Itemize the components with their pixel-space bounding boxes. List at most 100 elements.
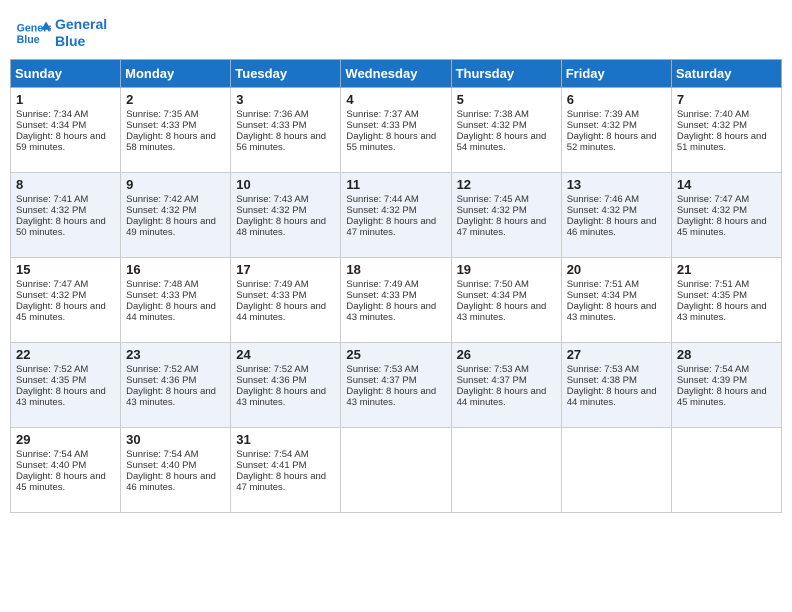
- day-number: 21: [677, 262, 776, 277]
- calendar-cell: 5Sunrise: 7:38 AMSunset: 4:32 PMDaylight…: [451, 88, 561, 173]
- daylight-label: Daylight: 8 hours and 43 minutes.: [236, 386, 326, 408]
- sunrise-label: Sunrise: 7:51 AM: [567, 279, 639, 290]
- svg-text:Blue: Blue: [17, 34, 40, 46]
- daylight-label: Daylight: 8 hours and 45 minutes.: [677, 216, 767, 238]
- day-number: 12: [457, 177, 556, 192]
- daylight-label: Daylight: 8 hours and 46 minutes.: [567, 216, 657, 238]
- calendar-cell: 14Sunrise: 7:47 AMSunset: 4:32 PMDayligh…: [671, 173, 781, 258]
- sunrise-label: Sunrise: 7:52 AM: [236, 364, 308, 375]
- daylight-label: Daylight: 8 hours and 45 minutes.: [16, 471, 106, 493]
- calendar-cell: [671, 428, 781, 513]
- calendar-cell: 28 Sunrise: 7:54 AMSunset: 4:39 PMDayligh…: [671, 343, 781, 428]
- day-number: 31: [236, 432, 335, 447]
- daylight-label: Daylight: 8 hours and 47 minutes.: [346, 216, 436, 238]
- calendar-cell: 18Sunrise: 7:49 AMSunset: 4:33 PMDayligh…: [341, 258, 451, 343]
- calendar-table: SundayMondayTuesdayWednesdayThursdayFrid…: [10, 59, 782, 513]
- weekday-header: Monday: [121, 60, 231, 88]
- day-number: 27: [567, 347, 666, 362]
- calendar-cell: 23Sunrise: 7:52 AMSunset: 4:36 PMDayligh…: [121, 343, 231, 428]
- sunset-label: Sunset: 4:32 PM: [677, 205, 747, 216]
- sunrise-label: Sunrise: 7:46 AM: [567, 194, 639, 205]
- day-number: 11: [346, 177, 445, 192]
- sunset-label: Sunset: 4:40 PM: [126, 460, 196, 471]
- sunrise-label: Sunrise: 7:49 AM: [236, 279, 308, 290]
- sunrise-label: Sunrise: 7:45 AM: [457, 194, 529, 205]
- daylight-label: Daylight: 8 hours and 54 minutes.: [457, 131, 547, 153]
- calendar-cell: 15Sunrise: 7:47 AMSunset: 4:32 PMDayligh…: [11, 258, 121, 343]
- sunrise-label: Sunrise: 7:52 AM: [126, 364, 198, 375]
- daylight-label: Daylight: 8 hours and 51 minutes.: [677, 131, 767, 153]
- sunset-label: Sunset: 4:36 PM: [126, 375, 196, 386]
- sunset-label: Sunset: 4:37 PM: [457, 375, 527, 386]
- day-number: 25: [346, 347, 445, 362]
- weekday-header: Friday: [561, 60, 671, 88]
- sunrise-label: Sunrise: 7:34 AM: [16, 109, 88, 120]
- day-number: 20: [567, 262, 666, 277]
- sunset-label: Sunset: 4:33 PM: [126, 120, 196, 131]
- weekday-header: Tuesday: [231, 60, 341, 88]
- calendar-cell: 29Sunrise: 7:54 AMSunset: 4:40 PMDayligh…: [11, 428, 121, 513]
- calendar-cell: [451, 428, 561, 513]
- day-number: 30: [126, 432, 225, 447]
- calendar-cell: 25Sunrise: 7:53 AMSunset: 4:37 PMDayligh…: [341, 343, 451, 428]
- calendar-cell: 1Sunrise: 7:34 AMSunset: 4:34 PMDaylight…: [11, 88, 121, 173]
- day-number: 5: [457, 92, 556, 107]
- sunrise-label: Sunrise: 7:54 AM: [126, 449, 198, 460]
- day-number: 15: [16, 262, 115, 277]
- day-number: 26: [457, 347, 556, 362]
- day-number: 7: [677, 92, 776, 107]
- daylight-label: Daylight: 8 hours and 46 minutes.: [126, 471, 216, 493]
- sunset-label: Sunset: 4:41 PM: [236, 460, 306, 471]
- sunset-label: Sunset: 4:32 PM: [457, 205, 527, 216]
- sunset-label: Sunset: 4:33 PM: [236, 120, 306, 131]
- weekday-header: Thursday: [451, 60, 561, 88]
- calendar-cell: 17Sunrise: 7:49 AMSunset: 4:33 PMDayligh…: [231, 258, 341, 343]
- day-number: 24: [236, 347, 335, 362]
- sunrise-label: Sunrise: 7:54 AM: [236, 449, 308, 460]
- day-number: 13: [567, 177, 666, 192]
- sunrise-label: Sunrise: 7:37 AM: [346, 109, 418, 120]
- calendar-cell: [341, 428, 451, 513]
- calendar-cell: 21Sunrise: 7:51 AMSunset: 4:35 PMDayligh…: [671, 258, 781, 343]
- daylight-label: Daylight: 8 hours and 45 minutes.: [677, 386, 767, 408]
- calendar-cell: 16Sunrise: 7:48 AMSunset: 4:33 PMDayligh…: [121, 258, 231, 343]
- daylight-label: Daylight: 8 hours and 44 minutes.: [457, 386, 547, 408]
- day-number: 3: [236, 92, 335, 107]
- calendar-cell: 20Sunrise: 7:51 AMSunset: 4:34 PMDayligh…: [561, 258, 671, 343]
- sunset-label: Sunset: 4:36 PM: [236, 375, 306, 386]
- sunrise-label: Sunrise: 7:43 AM: [236, 194, 308, 205]
- day-number: 23: [126, 347, 225, 362]
- sunset-label: Sunset: 4:32 PM: [16, 205, 86, 216]
- calendar-cell: 12Sunrise: 7:45 AMSunset: 4:32 PMDayligh…: [451, 173, 561, 258]
- calendar-cell: 10Sunrise: 7:43 AMSunset: 4:32 PMDayligh…: [231, 173, 341, 258]
- sunset-label: Sunset: 4:33 PM: [346, 290, 416, 301]
- day-number: 19: [457, 262, 556, 277]
- calendar-cell: 26Sunrise: 7:53 AMSunset: 4:37 PMDayligh…: [451, 343, 561, 428]
- logo-text: GeneralBlue: [55, 16, 107, 50]
- week-row: 22Sunrise: 7:52 AMSunset: 4:35 PMDayligh…: [11, 343, 782, 428]
- sunrise-label: Sunrise: 7:47 AM: [677, 194, 749, 205]
- daylight-label: Daylight: 8 hours and 59 minutes.: [16, 131, 106, 153]
- day-number: 28: [677, 347, 776, 362]
- day-number: 4: [346, 92, 445, 107]
- sunrise-label: Sunrise: 7:39 AM: [567, 109, 639, 120]
- sunset-label: Sunset: 4:39 PM: [677, 375, 747, 386]
- calendar-cell: 3Sunrise: 7:36 AMSunset: 4:33 PMDaylight…: [231, 88, 341, 173]
- calendar-cell: 7Sunrise: 7:40 AMSunset: 4:32 PMDaylight…: [671, 88, 781, 173]
- calendar-cell: 13Sunrise: 7:46 AMSunset: 4:32 PMDayligh…: [561, 173, 671, 258]
- weekday-header: Wednesday: [341, 60, 451, 88]
- daylight-label: Daylight: 8 hours and 56 minutes.: [236, 131, 326, 153]
- calendar-cell: 24 Sunrise: 7:52 AMSunset: 4:36 PMDayligh…: [231, 343, 341, 428]
- daylight-label: Daylight: 8 hours and 44 minutes.: [567, 386, 657, 408]
- calendar-cell: 22Sunrise: 7:52 AMSunset: 4:35 PMDayligh…: [11, 343, 121, 428]
- sunrise-label: Sunrise: 7:54 AM: [677, 364, 749, 375]
- daylight-label: Daylight: 8 hours and 47 minutes.: [236, 471, 326, 493]
- daylight-label: Daylight: 8 hours and 44 minutes.: [236, 301, 326, 323]
- logo: General Blue GeneralBlue: [15, 15, 107, 51]
- week-row: 1Sunrise: 7:34 AMSunset: 4:34 PMDaylight…: [11, 88, 782, 173]
- calendar-cell: 8Sunrise: 7:41 AMSunset: 4:32 PMDaylight…: [11, 173, 121, 258]
- sunrise-label: Sunrise: 7:52 AM: [16, 364, 88, 375]
- sunset-label: Sunset: 4:38 PM: [567, 375, 637, 386]
- day-number: 8: [16, 177, 115, 192]
- day-number: 29: [16, 432, 115, 447]
